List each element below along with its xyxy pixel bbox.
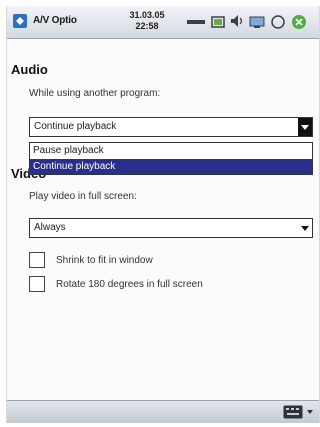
fullscreen-dropdown-value: Always [34, 222, 66, 233]
clock-time: 22:58 [135, 21, 159, 31]
rotate-180-checkbox[interactable] [29, 276, 45, 292]
dropdown-option-continue[interactable]: Continue playback [30, 159, 312, 174]
connectivity-icon[interactable] [249, 16, 265, 29]
dropdown-option-pause[interactable]: Pause playback [30, 143, 312, 158]
video-prompt-label: Play video in full screen: [29, 191, 137, 202]
title-bar: A/V Optio 31.03.05 22:58 [7, 6, 319, 39]
fullscreen-dropdown-arrow[interactable] [298, 219, 312, 237]
audio-heading: Audio [11, 62, 48, 77]
chevron-down-icon [301, 125, 309, 130]
app-title: A/V Optio [33, 15, 77, 26]
shrink-to-fit-checkbox[interactable] [29, 252, 45, 268]
audio-prompt-label: While using another program: [29, 88, 161, 99]
fullscreen-dropdown[interactable]: Always [29, 218, 313, 238]
shrink-to-fit-label: Shrink to fit in window [56, 255, 153, 266]
audio-behavior-dropdown[interactable]: Continue playback [29, 117, 313, 137]
clock[interactable]: 31.03.05 22:58 [117, 10, 177, 32]
bottom-bar [7, 400, 319, 423]
close-icon[interactable] [291, 14, 307, 30]
clock-date: 31.03.05 [129, 10, 165, 20]
chevron-down-icon [301, 226, 309, 231]
audio-dropdown-arrow[interactable] [298, 118, 312, 136]
start-icon[interactable] [12, 13, 28, 29]
sip-arrow-icon[interactable] [307, 409, 313, 415]
battery-icon[interactable] [211, 16, 225, 28]
device-screen: A/V Optio 31.03.05 22:58 Audio While usi… [6, 6, 320, 423]
rotate-180-label: Rotate 180 degrees in full screen [56, 279, 203, 290]
keyboard-icon[interactable] [283, 405, 303, 419]
signal-icon[interactable] [187, 16, 205, 28]
volume-icon[interactable] [229, 14, 245, 28]
audio-dropdown-list: Pause playback Continue playback [29, 142, 313, 175]
audio-dropdown-value: Continue playback [34, 121, 117, 132]
ok-icon[interactable] [271, 15, 285, 29]
